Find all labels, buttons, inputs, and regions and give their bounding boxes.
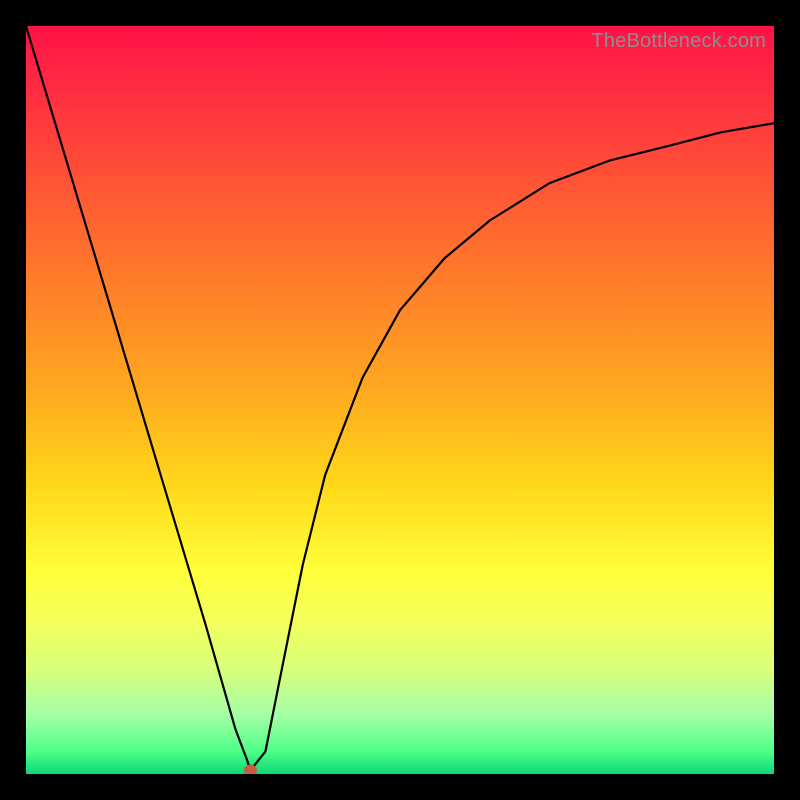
plot-area: TheBottleneck.com bbox=[26, 26, 774, 774]
minimum-marker bbox=[244, 765, 256, 774]
bottleneck-curve bbox=[26, 26, 774, 770]
chart-frame: TheBottleneck.com bbox=[0, 0, 800, 800]
curve-layer bbox=[26, 26, 774, 774]
